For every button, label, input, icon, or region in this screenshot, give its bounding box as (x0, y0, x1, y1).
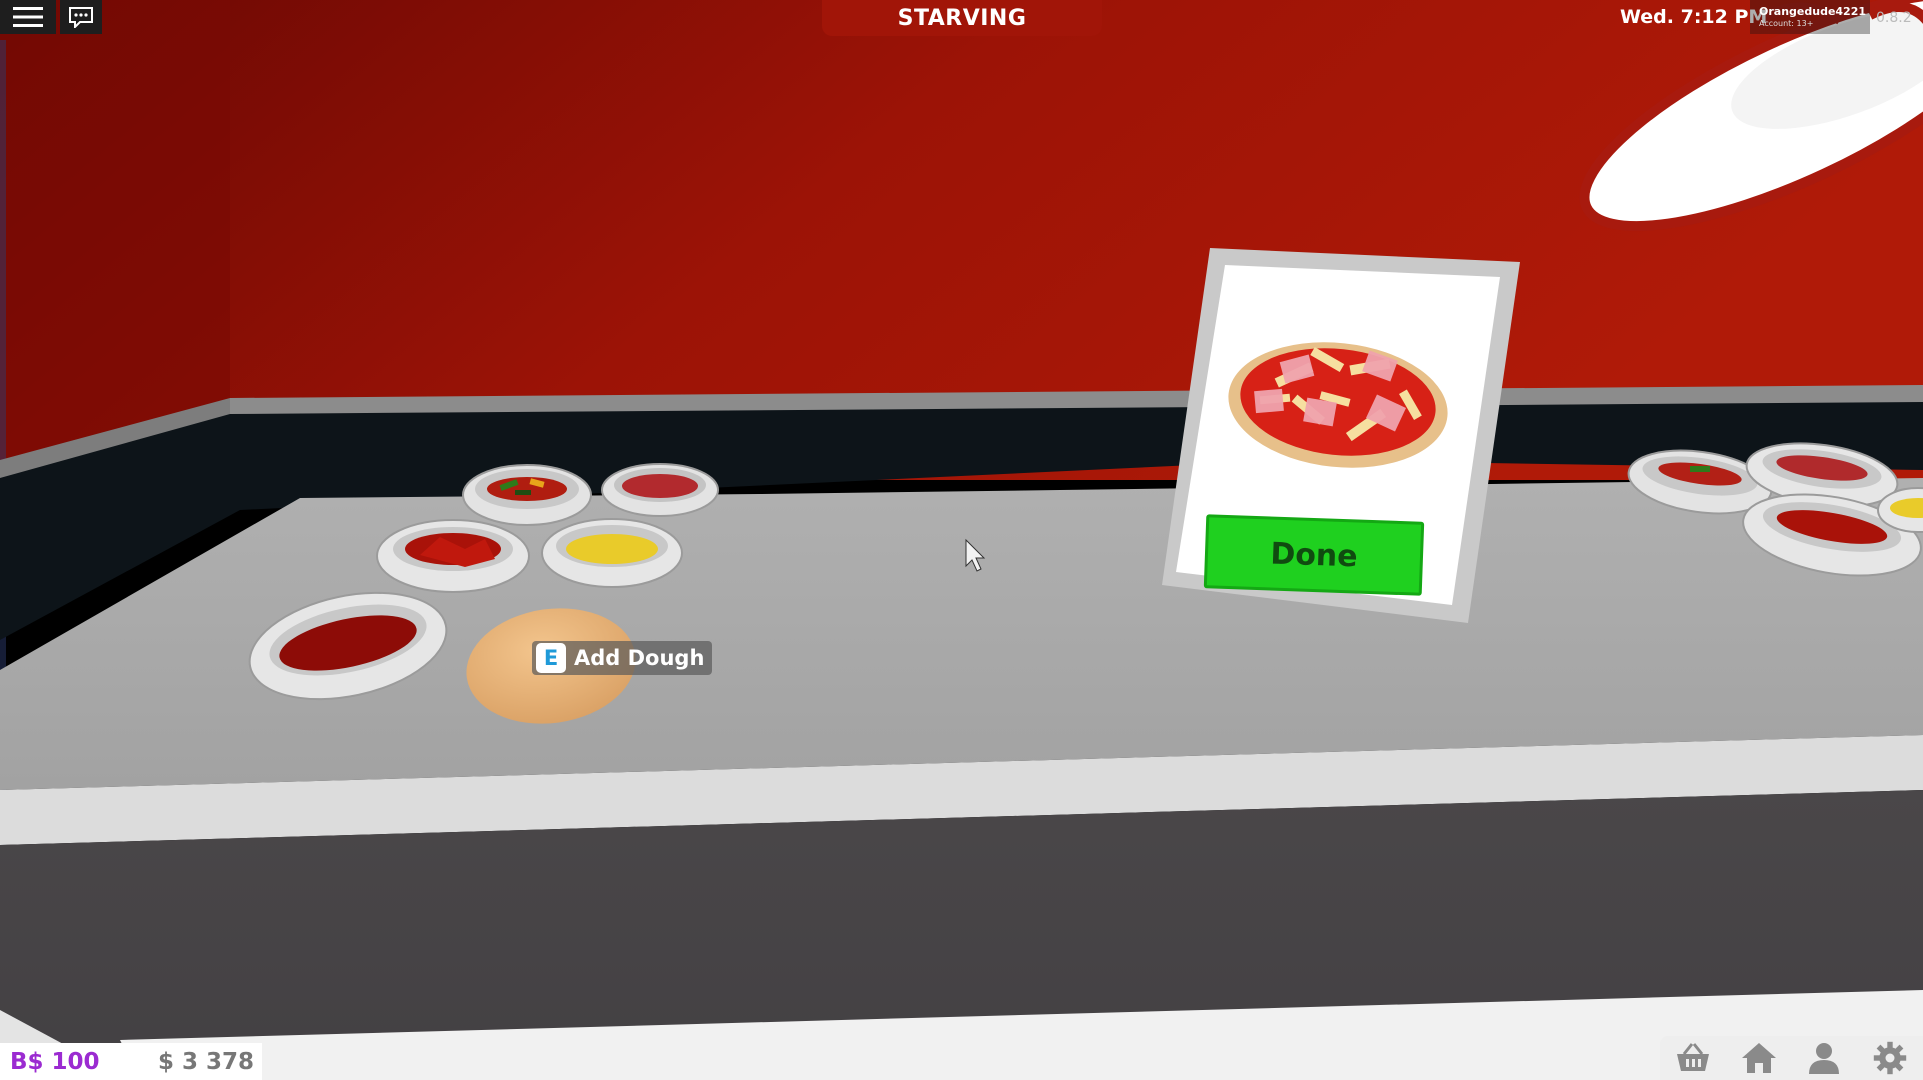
bottom-toolbar (1660, 1036, 1923, 1080)
shop-button[interactable] (1670, 1038, 1716, 1078)
chat-bubble-icon (69, 7, 93, 28)
shop-basket-icon (1676, 1043, 1709, 1071)
game-scene (0, 0, 1923, 1080)
hamburger-menu-icon (13, 7, 43, 27)
key-e-icon: E (536, 643, 566, 673)
settings-icon (1873, 1041, 1907, 1075)
cash-balance: $ 3 378 (157, 1048, 254, 1075)
add-dough-prompt[interactable]: E Add Dough (532, 641, 713, 675)
chat-button[interactable] (60, 0, 102, 34)
done-button-label: Done (1269, 535, 1359, 575)
currency-bar: B$ 100 $ 3 378 (0, 1043, 262, 1080)
prompt-label: Add Dough (574, 646, 705, 670)
account-age-label: Account: 13+ (1759, 19, 1814, 28)
profile-button[interactable] (1801, 1038, 1847, 1078)
game-clock: Wed. 7:12 PM (1620, 6, 1768, 28)
bucks-balance: B$ 100 (10, 1048, 100, 1075)
settings-button[interactable] (1867, 1038, 1913, 1078)
home-button[interactable] (1736, 1038, 1782, 1078)
account-name: Orangedude4221 (1759, 5, 1867, 18)
done-button[interactable]: Done (1203, 514, 1425, 596)
profile-icon (1809, 1043, 1840, 1074)
version-label: 0.8.2 (1876, 10, 1912, 26)
home-icon (1741, 1043, 1776, 1073)
menu-button[interactable] (0, 0, 56, 34)
hunger-status-badge: STARVING (822, 0, 1102, 36)
